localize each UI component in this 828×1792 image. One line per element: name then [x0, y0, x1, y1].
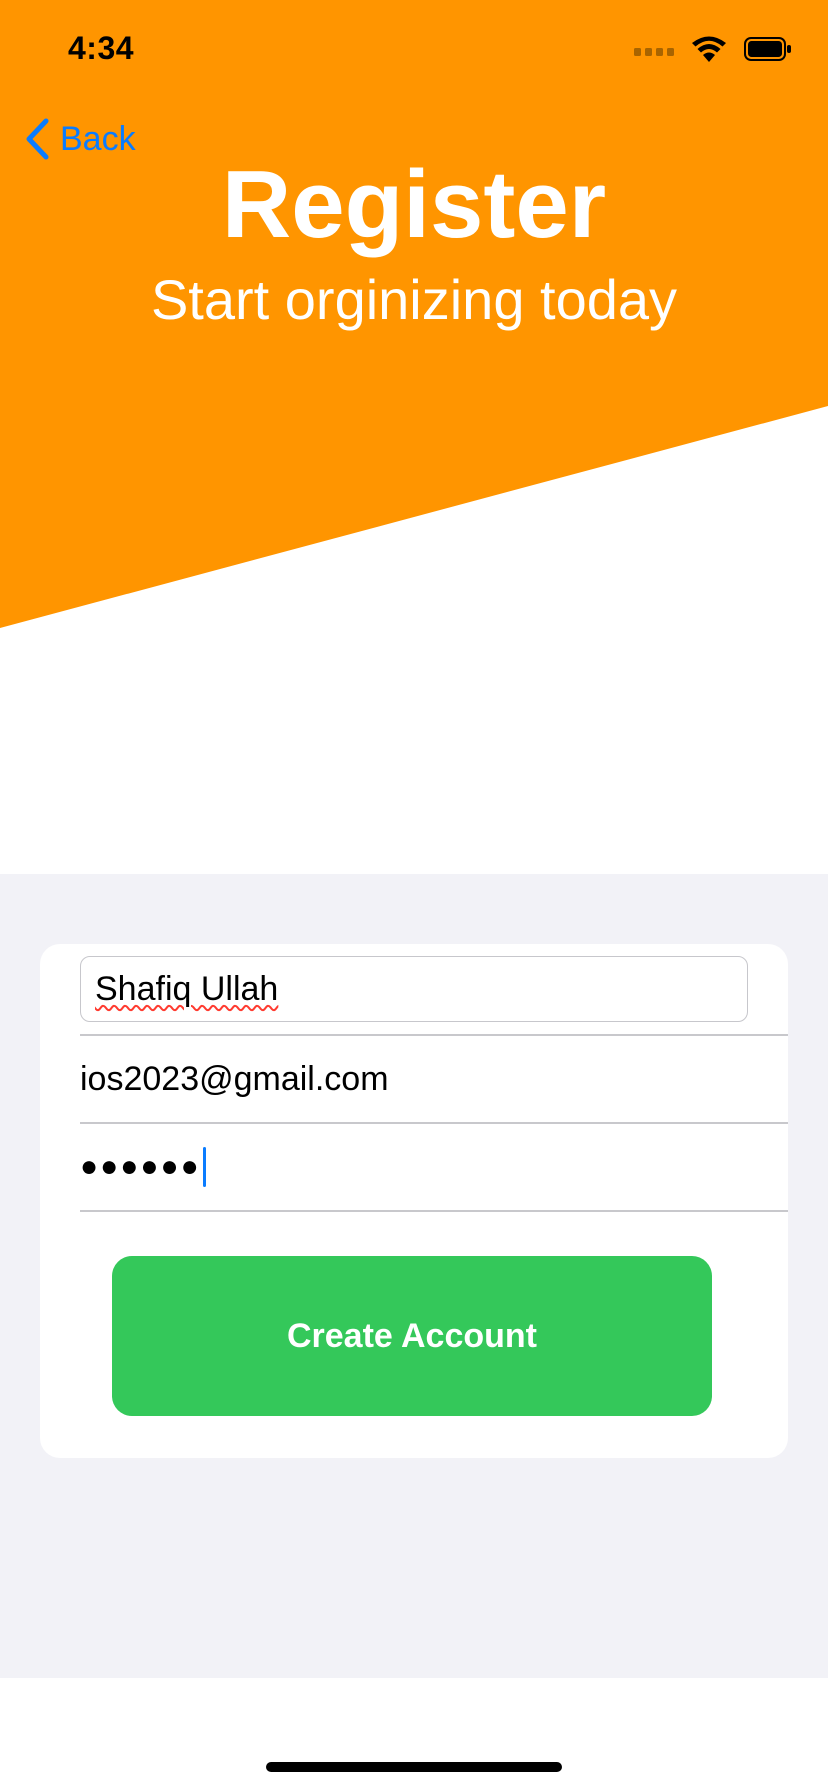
- divider: [80, 1210, 788, 1212]
- text-cursor: [202, 1147, 206, 1187]
- home-indicator: [266, 1762, 562, 1772]
- page-title: Register: [221, 151, 607, 258]
- password-value: ●●●●●●: [80, 1150, 201, 1183]
- email-field[interactable]: ios2023@gmail.com: [80, 1036, 788, 1122]
- battery-icon: [744, 37, 792, 61]
- register-screen: 4:34 Back Register Start orginizing toda…: [0, 0, 828, 1792]
- create-account-label: Create Account: [286, 1316, 538, 1355]
- create-account-button[interactable]: Create Account: [112, 1256, 712, 1416]
- wifi-icon: [692, 36, 726, 62]
- signal-icon: [634, 42, 674, 56]
- registration-form: Shafiq Ullah ios2023@gmail.com ●●●●●● Cr…: [40, 944, 788, 1458]
- status-bar: 4:34: [0, 0, 828, 100]
- status-icons: [634, 36, 792, 62]
- form-area: Shafiq Ullah ios2023@gmail.com ●●●●●● Cr…: [0, 874, 828, 1678]
- name-field[interactable]: Shafiq Ullah: [80, 956, 748, 1022]
- name-value: Shafiq Ullah: [95, 969, 279, 1008]
- email-value: ios2023@gmail.com: [80, 1059, 389, 1098]
- password-field[interactable]: ●●●●●●: [80, 1124, 788, 1210]
- page-subtitle: Start orginizing today: [150, 268, 678, 331]
- status-time: 4:34: [68, 30, 135, 66]
